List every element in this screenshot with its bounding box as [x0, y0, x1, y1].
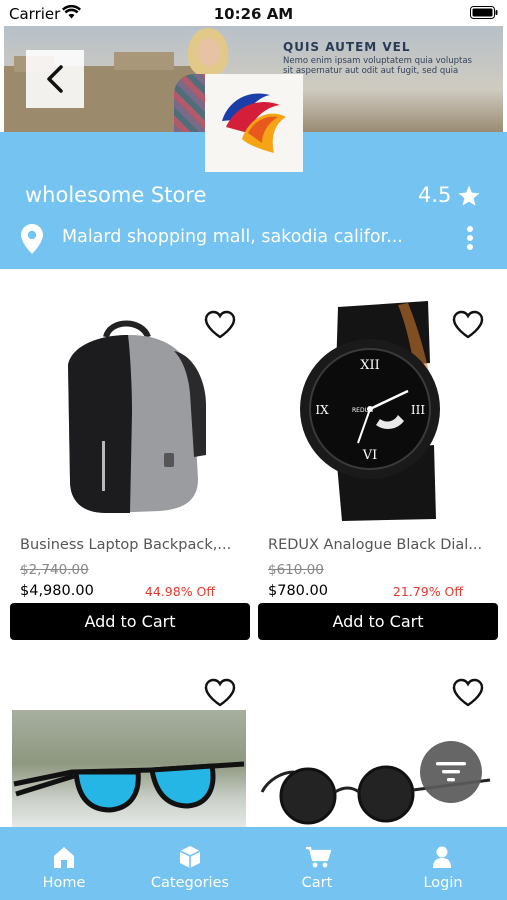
store-name: wholesome Store: [25, 183, 207, 207]
nav-cart[interactable]: Cart: [262, 827, 372, 900]
product-price: $780.00: [268, 583, 328, 599]
bottom-navigation: Home Categories Cart Login: [0, 827, 507, 900]
heart-icon[interactable]: [452, 678, 484, 707]
battery-icon: [470, 6, 498, 19]
store-rating: 4.5: [418, 183, 452, 207]
svg-text:VI: VI: [362, 448, 378, 463]
location-pin-icon: [21, 224, 43, 254]
banner-title: QUIS AUTEM VEL: [283, 40, 411, 54]
cart-icon: [306, 846, 331, 868]
heart-icon[interactable]: [204, 310, 236, 339]
nav-home-label: Home: [42, 875, 86, 891]
filter-icon: [436, 762, 466, 782]
nav-categories-label: Categories: [150, 875, 230, 891]
back-button[interactable]: [26, 50, 84, 108]
store-logo: [205, 74, 303, 172]
status-bar: Carrier 10:26 AM: [0, 0, 507, 26]
status-time: 10:26 AM: [213, 5, 294, 23]
add-to-cart-button[interactable]: Add to Cart: [10, 603, 250, 640]
heart-icon[interactable]: [452, 310, 484, 339]
add-to-cart-button[interactable]: Add to Cart: [258, 603, 498, 640]
product-discount: 21.79% Off: [392, 584, 463, 599]
product-discount: 44.98% Off: [144, 584, 215, 599]
nav-login-label: Login: [423, 875, 463, 891]
heart-icon[interactable]: [204, 678, 236, 707]
svg-text:III: III: [411, 403, 425, 417]
home-icon: [54, 847, 74, 868]
nav-login[interactable]: Login: [388, 827, 498, 900]
svg-text:IX: IX: [315, 403, 329, 417]
brand-logo-icon: [222, 93, 286, 153]
product-old-price: $2,740.00: [20, 562, 89, 578]
nav-home[interactable]: Home: [9, 827, 119, 900]
product-old-price: $610.00: [268, 562, 324, 578]
sunglasses-image: [13, 761, 245, 813]
product-name[interactable]: REDUX Analogue Black Dial...: [268, 537, 496, 553]
chevron-left-icon: [47, 65, 63, 93]
svg-text:XII: XII: [360, 358, 380, 373]
banner-text: Nemo enim ipsam voluptatem quia voluptas…: [283, 56, 472, 76]
product-price: $4,980.00: [20, 583, 94, 599]
categories-icon: [179, 846, 201, 868]
more-options-icon[interactable]: [464, 226, 476, 254]
product-image-sunglasses[interactable]: [12, 710, 246, 828]
store-address: Malard shopping mall, sakodia califor...: [62, 227, 403, 247]
product-card[interactable]: [10, 668, 250, 828]
nav-cart-label: Cart: [301, 875, 333, 891]
star-icon: [458, 185, 480, 206]
nav-categories[interactable]: Categories: [135, 827, 245, 900]
user-icon: [433, 846, 451, 868]
product-name[interactable]: Business Laptop Backpack,...: [20, 537, 248, 553]
filter-button[interactable]: [420, 741, 482, 803]
